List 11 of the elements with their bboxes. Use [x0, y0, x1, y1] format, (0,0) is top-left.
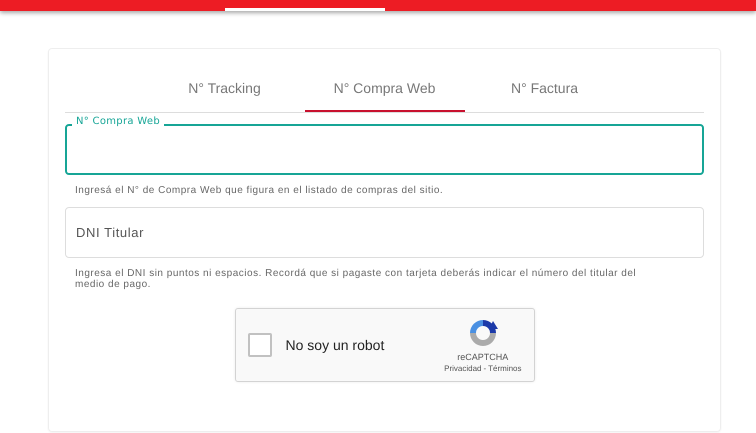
tab[interactable]: N° Tracking [144, 65, 304, 112]
privacy-link[interactable]: Privacidad [444, 364, 482, 373]
field-hint: Ingresa el DNI sin puntos ni espacios. Recordá que si pagaste con tarjeta deberás indicar el número del titular del medio de pago. [75, 268, 638, 290]
field-label: N° Compra Web [72, 116, 164, 127]
field-hint: Ingresá el N° de Compra Web que figura en el listado de compras del sitio. [75, 185, 444, 196]
terms-link[interactable]: Términos [488, 364, 522, 373]
checkbox-label: No soy un robot [286, 337, 384, 353]
separator: - [483, 364, 486, 373]
tab[interactable]: N° Factura [464, 65, 624, 112]
recaptcha-brand: reCAPTCHA [457, 352, 508, 362]
checkbox[interactable] [248, 333, 272, 357]
